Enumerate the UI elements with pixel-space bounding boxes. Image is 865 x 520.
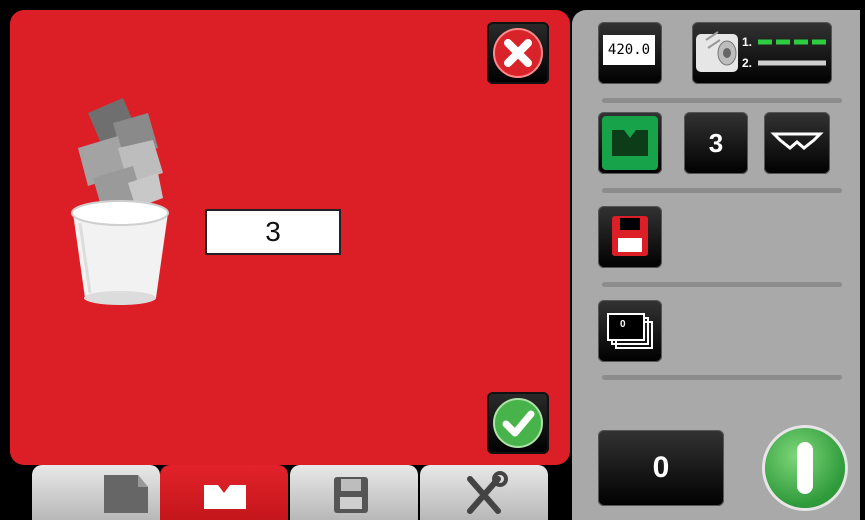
- check-icon: [493, 398, 543, 448]
- stack-count: 0: [620, 319, 626, 330]
- feed-tray-icon: [204, 485, 246, 509]
- length-display: 420.0: [603, 35, 655, 65]
- status-panel: 420.0 1. 2. 3 0 0: [572, 10, 860, 520]
- tab-save[interactable]: [290, 465, 418, 520]
- roll-label-2: 2.: [742, 56, 753, 70]
- count-input[interactable]: 3: [205, 209, 341, 255]
- tools-icon: [467, 471, 508, 514]
- feed-mode-button[interactable]: [598, 112, 662, 174]
- roll-icon: [696, 31, 826, 72]
- trash-bin-icon: [71, 98, 169, 305]
- length-button[interactable]: 420.0: [598, 22, 662, 84]
- divider: [602, 375, 842, 380]
- document-icon: [104, 475, 148, 513]
- roll-select-button[interactable]: 1. 2.: [692, 22, 832, 84]
- power-button[interactable]: [765, 428, 845, 508]
- divider: [602, 282, 842, 287]
- tab-document[interactable]: [32, 465, 160, 520]
- floppy-icon: [334, 477, 368, 513]
- close-icon: [493, 28, 543, 78]
- power-icon: [797, 442, 813, 494]
- tab-tools[interactable]: [420, 465, 548, 520]
- close-button[interactable]: [487, 22, 549, 84]
- divider: [602, 188, 842, 193]
- counter-display: 0: [598, 430, 724, 506]
- confirm-button[interactable]: [487, 392, 549, 454]
- save-button[interactable]: [598, 206, 662, 268]
- fold-mode-button[interactable]: [764, 112, 830, 174]
- floppy-icon: [612, 216, 648, 256]
- roll-label-1: 1.: [742, 35, 753, 49]
- stack-button[interactable]: 0: [598, 300, 662, 362]
- tab-feed[interactable]: [160, 465, 288, 520]
- divider: [602, 98, 842, 103]
- fold-icon: [770, 132, 824, 150]
- feed-tray-icon: [602, 116, 658, 170]
- feed-count-button[interactable]: 3: [684, 112, 748, 174]
- delete-dialog: 3: [10, 10, 570, 465]
- stack-icon: [607, 313, 653, 349]
